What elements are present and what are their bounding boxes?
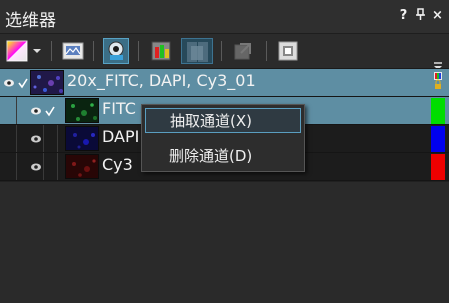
visibility-toggle[interactable]	[29, 153, 43, 180]
row-label: Cy3	[102, 155, 133, 174]
tree-indent	[16, 125, 17, 152]
split-button[interactable]	[181, 38, 213, 64]
help-button[interactable]: ?	[398, 8, 409, 25]
toolbar-separator	[51, 41, 52, 61]
eye-icon	[31, 135, 41, 142]
title-bar: 选维器 ? ×	[0, 0, 449, 34]
toolbar-separator	[266, 41, 267, 61]
check-toggle[interactable]	[16, 69, 30, 96]
tree-indent	[57, 153, 58, 180]
visibility-toggle[interactable]	[2, 69, 16, 96]
export-button[interactable]	[230, 38, 256, 64]
colormap-button[interactable]	[5, 38, 31, 64]
menu-item-delete-channel[interactable]: 删除通道(D)	[145, 144, 301, 169]
colormap-icon	[6, 40, 28, 62]
toolbar-separator	[138, 41, 139, 61]
thumbnail-noise	[66, 127, 98, 150]
check-toggle[interactable]	[43, 97, 57, 124]
channel-color-swatch[interactable]	[431, 98, 445, 124]
cy3-thumbnail	[65, 154, 99, 179]
channel-button[interactable]	[148, 38, 174, 64]
eye-icon	[31, 107, 41, 114]
dropdown-button[interactable]	[30, 38, 44, 64]
row-label: DAPI	[102, 127, 140, 146]
thumbnail-noise	[66, 155, 98, 178]
image-button[interactable]	[60, 38, 86, 64]
channels-icon	[151, 41, 171, 61]
composite-color-indicator	[431, 70, 445, 96]
eye-scan-icon	[108, 41, 124, 60]
toolbar-separator	[221, 41, 222, 61]
eye-icon	[31, 163, 41, 170]
settings-button[interactable]	[275, 38, 301, 64]
tree-indent	[16, 153, 17, 180]
menu-item-extract-channel[interactable]: 抽取通道(X)	[145, 108, 301, 133]
frame-icon	[278, 41, 298, 61]
toolbar-separator	[93, 41, 94, 61]
thumbnail-noise	[66, 99, 98, 122]
channel-color-swatch[interactable]	[431, 126, 445, 152]
visibility-toggle[interactable]	[29, 125, 43, 152]
thumbnail-noise	[31, 71, 63, 94]
tree-indent	[57, 125, 58, 152]
eye-icon	[4, 79, 14, 86]
tree-indent	[43, 125, 44, 152]
lock-palette-icon	[434, 72, 442, 89]
row-label: 20x_FITC, DAPI, Cy3_01	[67, 71, 256, 90]
pin-button[interactable]	[415, 8, 426, 25]
tree-indent	[43, 153, 44, 180]
channel-color-swatch[interactable]	[431, 154, 445, 180]
composite-thumbnail	[30, 70, 64, 95]
tree-indent	[16, 97, 17, 124]
panel-title: 选维器	[5, 11, 56, 31]
dapi-thumbnail	[65, 126, 99, 151]
close-button[interactable]: ×	[432, 8, 443, 25]
toolbar	[0, 34, 449, 70]
pin-icon	[416, 8, 425, 20]
check-icon	[18, 78, 28, 88]
row-label: FITC	[102, 99, 136, 118]
visibility-toggle[interactable]	[29, 97, 43, 124]
fitc-thumbnail	[65, 98, 99, 123]
title-controls: ? ×	[398, 8, 443, 25]
export-icon	[234, 43, 251, 60]
chevron-down-icon	[33, 49, 41, 53]
image-icon	[62, 42, 84, 60]
toolbar-overflow-button[interactable]	[433, 56, 443, 70]
tree-row-parent[interactable]: 20x_FITC, DAPI, Cy3_01	[0, 69, 449, 97]
split-view-icon	[187, 42, 208, 62]
context-menu: 抽取通道(X) 删除通道(D)	[141, 104, 305, 172]
check-icon	[45, 106, 55, 116]
view-button[interactable]	[103, 38, 129, 64]
